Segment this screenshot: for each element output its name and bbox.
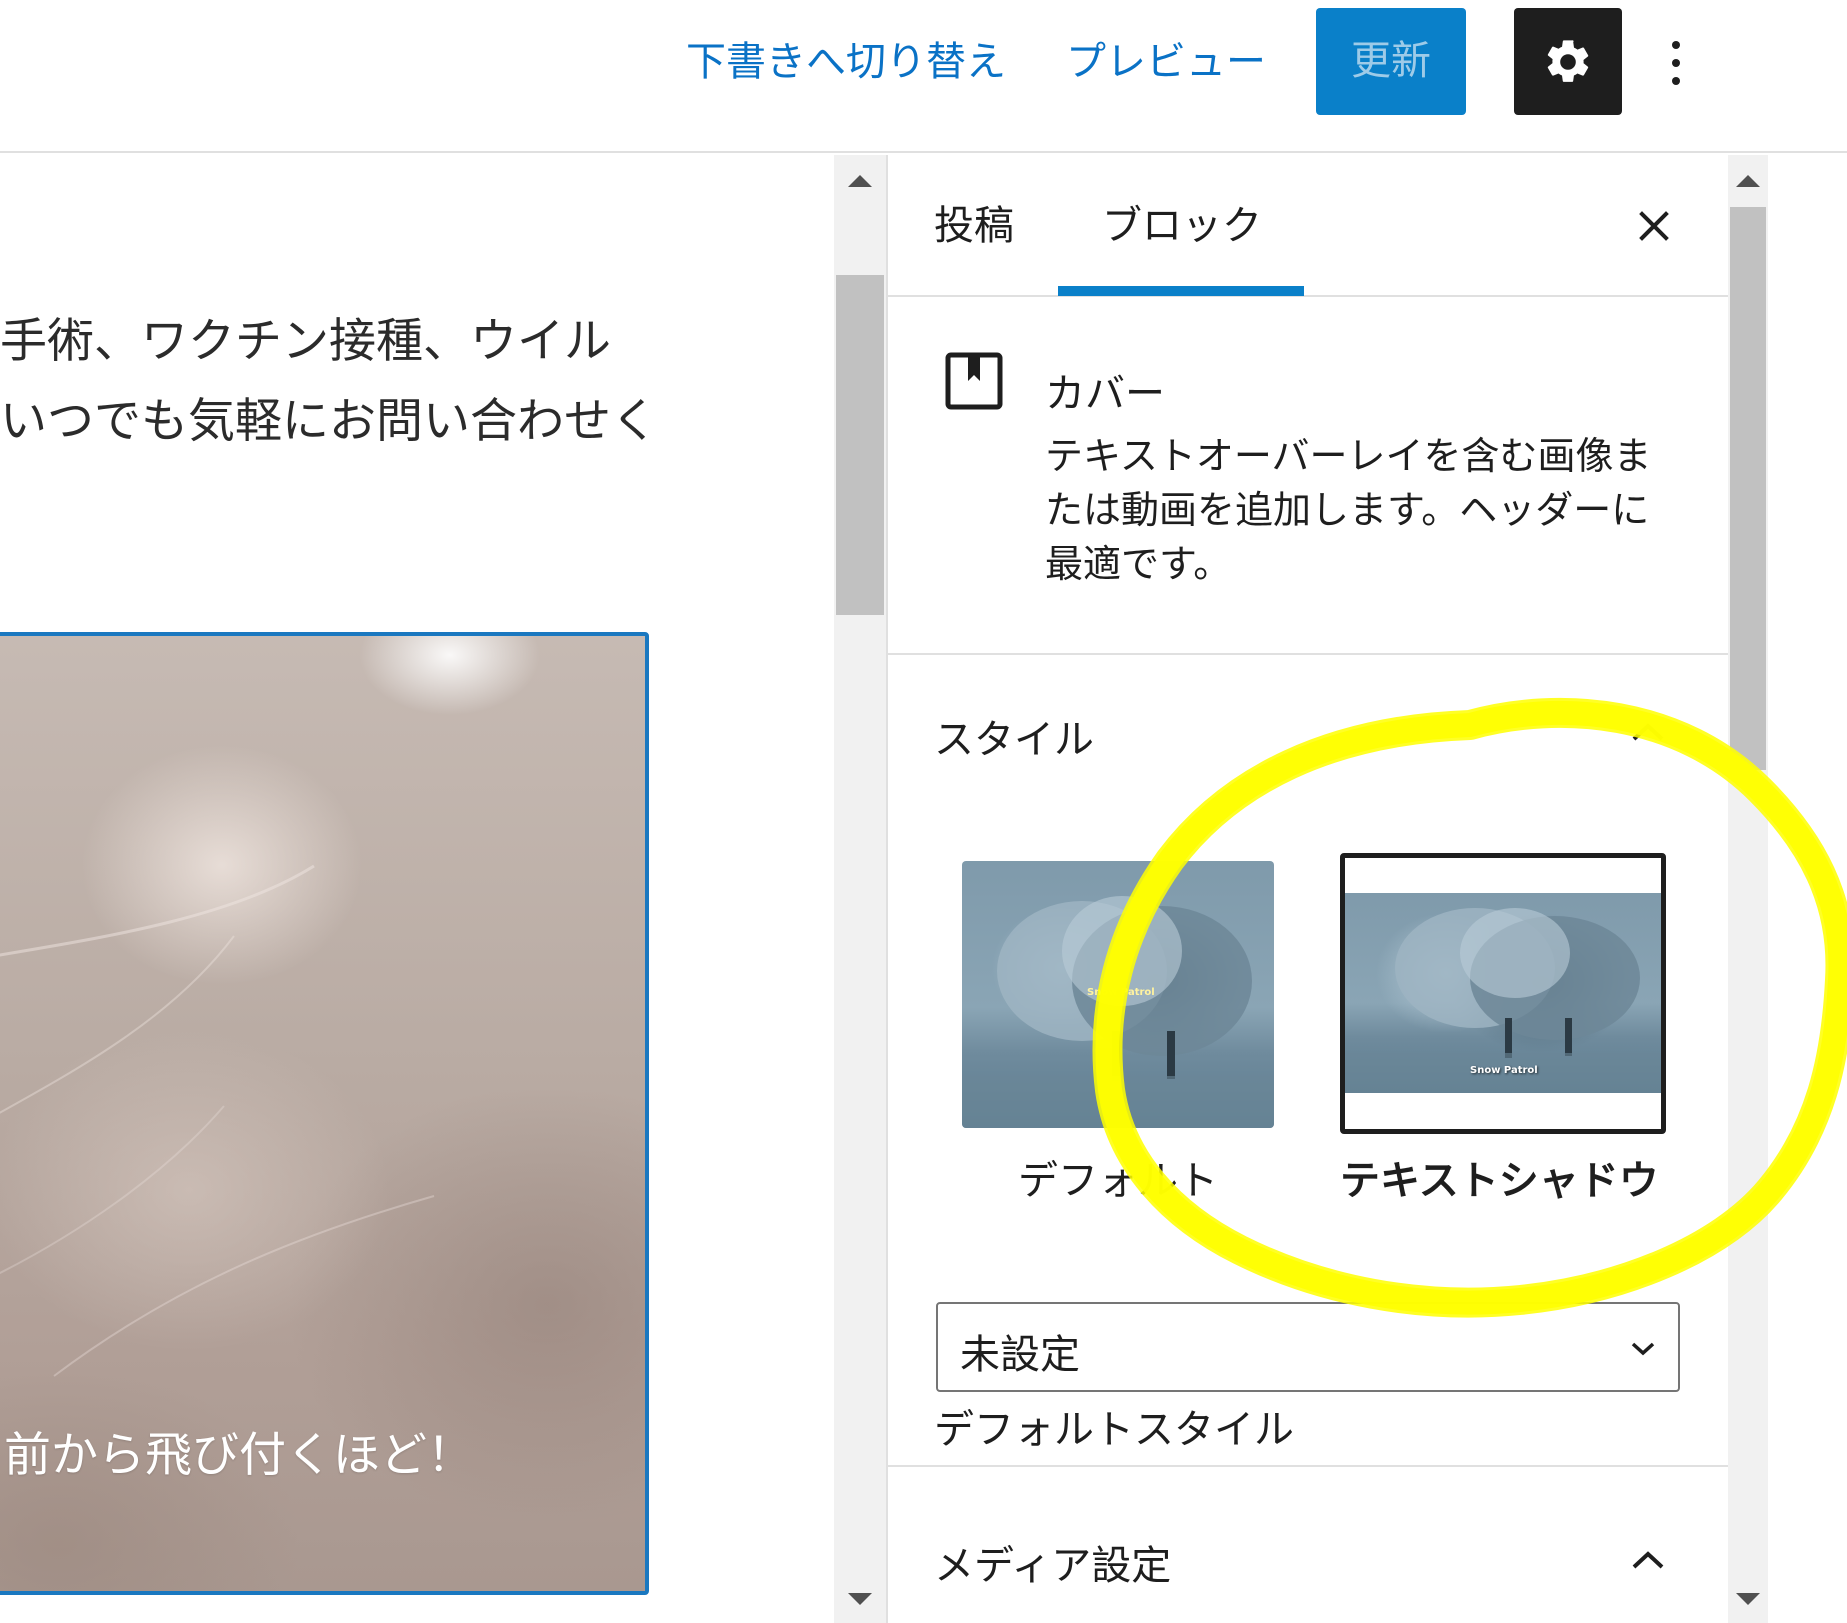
style-preview-image: Snow Patrol [1345,893,1661,1093]
default-style-label: デフォルトスタイル [934,1407,1294,1453]
block-description: テキストオーバーレイを含む画像または動画を追加します。ヘッダーに最適です。 [1045,434,1652,586]
cover-block-icon [944,351,1004,415]
block-title: カバー [1045,371,1165,417]
preview-button[interactable]: プレビュー [1066,32,1266,92]
chevron-down-icon [1628,1334,1658,1364]
style-preview-caption: Snow Patrol [1087,987,1155,998]
default-style-select[interactable]: 未設定 [936,1302,1680,1392]
paragraph-text[interactable]: いつでも気軽にお問い合わせく [0,382,658,462]
media-settings-title[interactable]: メディア設定 [934,1533,1171,1591]
scroll-up-arrow-icon[interactable] [1736,175,1760,187]
tab-block[interactable]: ブロック [1102,193,1262,251]
active-tab-indicator [1058,286,1304,296]
canvas-scrollbar[interactable] [834,155,886,1623]
vertical-ellipsis-icon [1672,40,1680,85]
window-edge [1768,155,1847,1623]
settings-button[interactable] [1514,8,1622,115]
more-options-button[interactable] [1656,25,1696,100]
style-option-text-shadow[interactable]: Snow Patrol [1340,853,1666,1134]
style-option-default[interactable]: Snow Patrol [962,861,1274,1128]
close-icon [1639,211,1669,241]
default-style-select-value: 未設定 [960,1332,1080,1378]
scroll-down-arrow-icon[interactable] [1736,1593,1760,1605]
style-label-default[interactable]: デフォルト [1018,1148,1218,1206]
update-button[interactable]: 更新 [1316,8,1466,115]
editor-header: 下書きへ切り替え プレビュー 更新 [0,0,1847,153]
gear-icon [1547,39,1589,82]
scroll-up-arrow-icon[interactable] [848,175,872,187]
style-preview-caption: Snow Patrol [1470,1065,1538,1076]
canvas-scrollbar-thumb[interactable] [836,275,884,615]
style-preview-image: Snow Patrol [962,861,1274,1128]
styles-panel-title[interactable]: スタイル [934,707,1094,765]
collapse-media-settings-button[interactable] [1628,1545,1668,1575]
block-info-card: カバー テキストオーバーレイを含む画像または動画を追加します。ヘッダーに最適です… [888,299,1728,655]
close-sidebar-button[interactable] [1628,200,1680,252]
chevron-up-icon [1632,723,1664,741]
scroll-down-arrow-icon[interactable] [848,1593,872,1605]
style-label-text-shadow[interactable]: テキストシャドウ [1340,1148,1659,1206]
sidebar-scrollbar-thumb[interactable] [1730,207,1766,770]
switch-to-draft-button[interactable]: 下書きへ切り替え [686,32,1006,92]
collapse-styles-button[interactable] [1628,717,1668,747]
paragraph-text[interactable]: 手術、ワクチン接種、ウイル [0,302,611,382]
tab-post[interactable]: 投稿 [934,193,1014,251]
cover-block[interactable]: 前から飛び付くほど！ [0,632,649,1595]
media-settings-panel: メディア設定 [888,1469,1728,1623]
sidebar-scrollbar[interactable] [1728,155,1768,1623]
chevron-up-icon [1632,1551,1664,1569]
sidebar-tabs: 投稿 ブロック [888,155,1728,297]
editor-canvas: 手術、ワクチン接種、ウイル いつでも気軽にお問い合わせく 前から飛び付くほど！ [0,155,834,1623]
settings-sidebar: 投稿 ブロック カバー テキストオーバーレイを含む画像または動画を追加します。ヘ… [886,155,1728,1623]
cover-heading-text[interactable]: 前から飛び付くほど！ [4,1416,474,1485]
